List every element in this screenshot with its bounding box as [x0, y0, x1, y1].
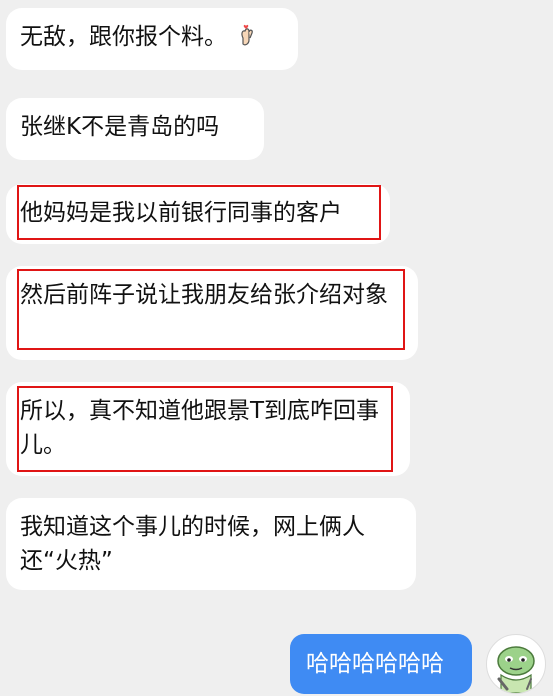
- message-text: 我知道这个事儿的时候，网上俩人还“火热”: [20, 514, 365, 574]
- message-bubble-incoming[interactable]: 他妈妈是我以前银行同事的客户: [6, 184, 390, 244]
- message-text: 他妈妈是我以前银行同事的客户: [20, 200, 342, 226]
- message-text: 哈哈哈哈哈哈: [306, 651, 444, 677]
- message-bubble-incoming[interactable]: 我知道这个事儿的时候，网上俩人还“火热”: [6, 498, 416, 590]
- chat-thread: 无敌，跟你报个料。 张继K不是青岛的吗 他妈妈是我以前银行同事的客户 然后前阵子…: [0, 0, 553, 696]
- message-text: 无敌，跟你报个料。: [20, 20, 284, 54]
- message-bubble-incoming[interactable]: 所以，真不知道他跟景T到底咋回事儿。: [6, 382, 410, 476]
- green-cartoon-turtle-avatar-icon[interactable]: [486, 634, 546, 694]
- message-bubble-outgoing[interactable]: 哈哈哈哈哈哈: [290, 634, 472, 694]
- message-bubble-incoming[interactable]: 无敌，跟你报个料。: [6, 8, 298, 70]
- hand-heart-icon: [231, 24, 257, 49]
- message-bubble-incoming[interactable]: 张继K不是青岛的吗: [6, 98, 264, 160]
- message-text: 然后前阵子说让我朋友给张介绍对象: [20, 282, 388, 308]
- message-bubble-incoming[interactable]: 然后前阵子说让我朋友给张介绍对象: [6, 266, 418, 360]
- message-text: 所以，真不知道他跟景T到底咋回事儿。: [20, 398, 380, 458]
- message-text: 张继K不是青岛的吗: [20, 114, 220, 140]
